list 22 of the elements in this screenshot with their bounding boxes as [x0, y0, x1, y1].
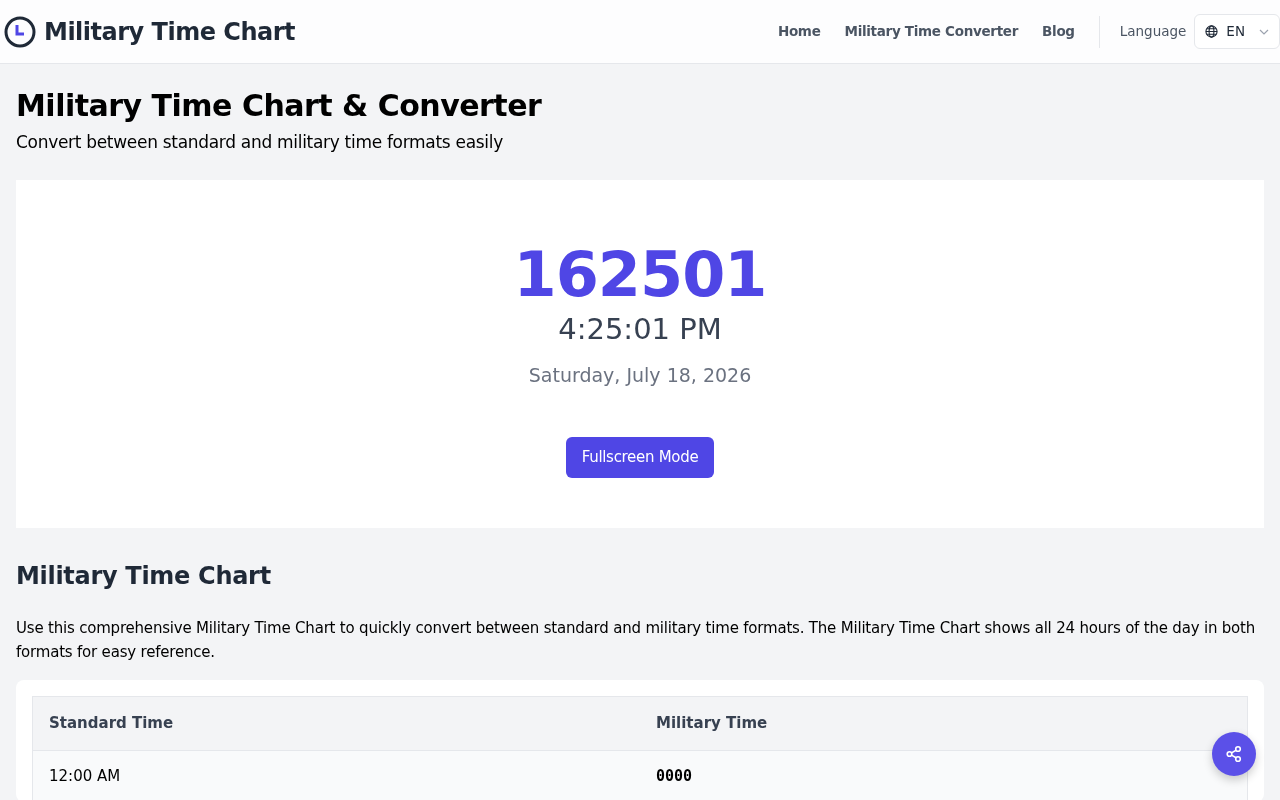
clock-icon	[4, 15, 36, 48]
nav-link[interactable]: Home	[777, 21, 821, 42]
globe-icon	[1205, 25, 1219, 38]
nav-link[interactable]: Blog	[1042, 21, 1075, 42]
section-description: Use this comprehensive Military Time Chart to quickly convert between standard and military time formats. The Military Time Chart shows all 24 hours of the day in both formats for easy reference.	[16, 618, 1257, 664]
page-subtitle: Convert between standard and military time formats easily	[16, 131, 504, 154]
standard-time: 4:25:01 PM	[558, 311, 722, 346]
chevron-down-icon	[1259, 28, 1269, 35]
section-heading: Military Time Chart	[16, 561, 272, 591]
language-label: Language	[1119, 22, 1187, 42]
military-time: 162501	[513, 237, 767, 311]
site-title[interactable]: Military Time Chart	[44, 13, 295, 50]
language-select[interactable]: EN	[1194, 14, 1280, 49]
table-cell: 12:00 AM	[32, 750, 640, 800]
nav-link[interactable]: Military Time Converter	[844, 21, 1019, 42]
column-header: Standard Time	[32, 696, 640, 751]
page-heading: Military Time Chart & Converter	[16, 88, 543, 124]
column-header: Military Time	[640, 696, 1248, 751]
fullscreen-button[interactable]: Fullscreen Mode	[565, 437, 715, 478]
date-text: Saturday, July 18, 2026	[528, 363, 752, 386]
share-icon	[1225, 745, 1243, 763]
table-cell: 0000	[640, 750, 1248, 800]
